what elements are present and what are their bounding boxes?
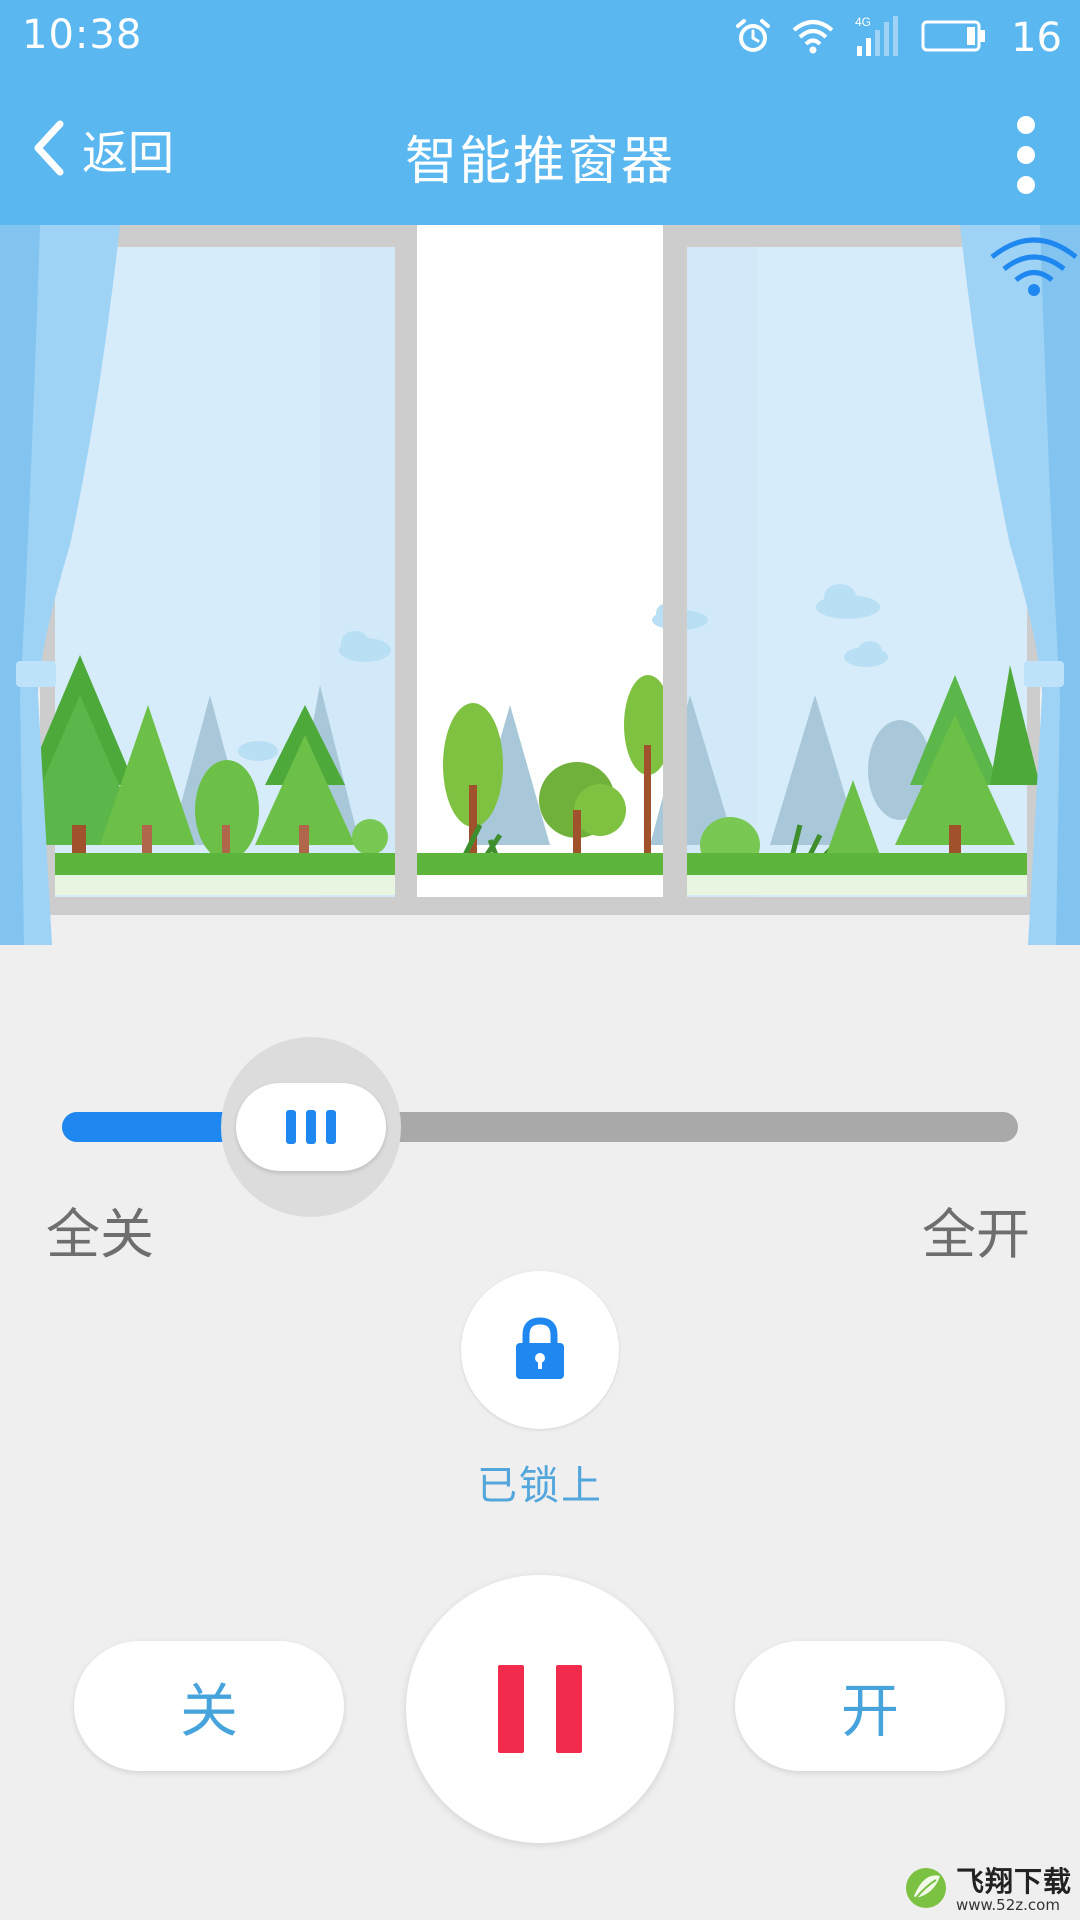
grip-line bbox=[305, 1110, 316, 1144]
watermark-url: www.52z.com bbox=[955, 1895, 1060, 1914]
app-bar: 返回 智能推窗器 bbox=[0, 75, 1080, 225]
pause-button[interactable] bbox=[406, 1575, 674, 1843]
grip-line bbox=[325, 1110, 336, 1144]
pause-icon bbox=[556, 1665, 582, 1753]
battery-level: 16 bbox=[1011, 15, 1062, 61]
status-icons: 4G 16 bbox=[733, 14, 1062, 62]
status-time: 10:38 bbox=[22, 12, 143, 58]
lock-button[interactable] bbox=[461, 1271, 619, 1429]
page-title: 智能推窗器 bbox=[404, 132, 675, 192]
svg-text:4G: 4G bbox=[855, 15, 871, 29]
window-illustration bbox=[0, 225, 1080, 945]
device-wifi-icon bbox=[988, 235, 1080, 301]
wifi-icon bbox=[791, 16, 835, 60]
cell-signal-icon: 4G bbox=[853, 14, 903, 62]
battery-icon bbox=[921, 19, 987, 57]
pause-icon bbox=[498, 1665, 524, 1753]
watermark-name: 飞翔下载 bbox=[955, 1864, 1072, 1898]
window-position-slider[interactable]: 全关 全开 bbox=[0, 1030, 1080, 1266]
slider-track[interactable] bbox=[62, 1112, 1018, 1142]
slider-thumb[interactable] bbox=[235, 1083, 386, 1171]
lock-status: 已锁上 bbox=[477, 1463, 603, 1509]
alarm-clock-icon bbox=[733, 16, 773, 60]
more-vertical-icon bbox=[1008, 116, 1044, 199]
more-menu-button[interactable] bbox=[1008, 115, 1044, 195]
fully-closed-label: 全关 bbox=[46, 1203, 154, 1266]
status-bar: 10:38 4G 16 bbox=[0, 0, 1080, 75]
lock-icon bbox=[510, 1313, 570, 1387]
watermark: 飞翔下载 www.52z.com bbox=[904, 1866, 1072, 1914]
fully-open-label: 全开 bbox=[922, 1203, 1030, 1266]
close-button[interactable]: 关 bbox=[74, 1641, 344, 1771]
leaf-logo-icon bbox=[904, 1866, 948, 1914]
grip-line bbox=[285, 1110, 296, 1144]
open-button[interactable]: 开 bbox=[735, 1641, 1005, 1771]
